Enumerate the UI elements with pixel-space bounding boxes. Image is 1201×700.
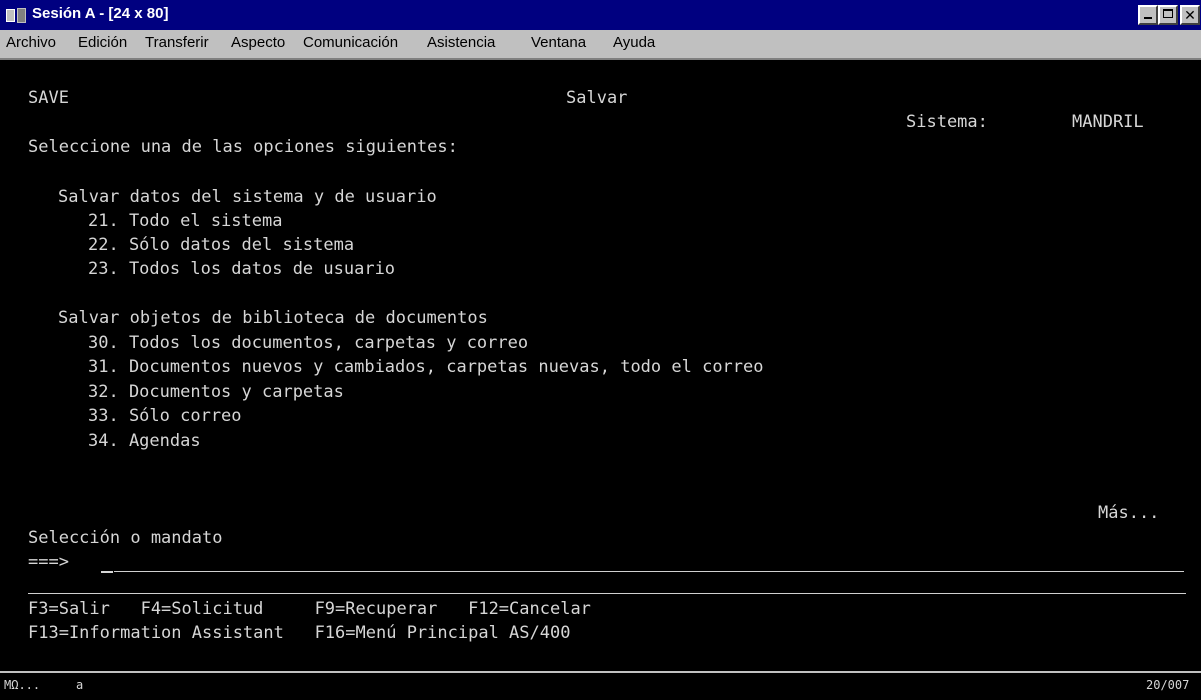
menu-asistencia[interactable]: Asistencia (427, 34, 495, 51)
group-heading: Salvar objetos de biblioteca de document… (58, 308, 488, 328)
menu-option[interactable]: 31. Documentos nuevos y cambiados, carpe… (88, 357, 764, 377)
window-title: Sesión A - [24 x 80] (32, 5, 169, 22)
text-cursor (101, 571, 113, 573)
menu-option[interactable]: 34. Agendas (88, 431, 201, 451)
menu-option[interactable]: 21. Todo el sistema (88, 211, 282, 231)
status-indicator: MΩ... (4, 678, 41, 692)
menu-aspecto[interactable]: Aspecto (231, 34, 285, 51)
menu-edicion[interactable]: Edición (78, 34, 127, 51)
close-button[interactable]: ✕ (1180, 5, 1200, 25)
maximize-icon (1163, 9, 1173, 18)
document-icon (17, 7, 26, 23)
group-heading: Salvar datos del sistema y de usuario (58, 187, 437, 207)
function-keys-row1[interactable]: F3=Salir F4=Solicitud F9=Recuperar F12=C… (28, 599, 591, 619)
terminal-screen[interactable]: SAVE Salvar Sistema: MANDRIL Seleccione … (0, 58, 1201, 673)
maximize-button[interactable] (1158, 5, 1178, 25)
status-mode: a (76, 678, 84, 692)
menu-option[interactable]: 32. Documentos y carpetas (88, 382, 344, 402)
session-icon (6, 8, 15, 22)
emulator-window: Sesión A - [24 x 80] ✕ Archivo Edición T… (0, 0, 1201, 700)
command-prompt: ===> (28, 552, 69, 572)
instruction: Seleccione una de las opciones siguiente… (28, 137, 458, 157)
menu-comunicacion[interactable]: Comunicación (303, 34, 398, 51)
close-icon: ✕ (1184, 7, 1196, 23)
menu-option[interactable]: 23. Todos los datos de usuario (88, 259, 395, 279)
function-key-separator (28, 593, 1186, 594)
menu-archivo[interactable]: Archivo (6, 34, 56, 51)
function-keys-row2[interactable]: F13=Information Assistant F16=Menú Princ… (28, 623, 570, 643)
menu-id: SAVE (28, 88, 69, 108)
title-bar[interactable]: Sesión A - [24 x 80] ✕ (0, 0, 1201, 30)
menu-transferir[interactable]: Transferir (145, 34, 209, 51)
system-label: Sistema: (906, 112, 988, 132)
menu-option[interactable]: 33. Sólo correo (88, 406, 242, 426)
menu-ayuda[interactable]: Ayuda (613, 34, 655, 51)
command-input[interactable] (100, 552, 1180, 572)
command-label: Selección o mandato (28, 528, 223, 548)
menu-bar: Archivo Edición Transferir Aspecto Comun… (0, 30, 1201, 56)
status-bar: MΩ... a 20/007 (0, 671, 1201, 700)
minimize-button[interactable] (1138, 5, 1158, 25)
screen-title: Salvar (566, 88, 628, 108)
system-name: MANDRIL (1072, 112, 1144, 132)
more-indicator: Más... (1098, 503, 1160, 523)
app-icon[interactable] (6, 7, 26, 23)
command-underline (114, 571, 1184, 572)
menu-ventana[interactable]: Ventana (531, 34, 586, 51)
cursor-position: 20/007 (1146, 678, 1190, 692)
minimize-icon (1144, 17, 1152, 19)
menu-option[interactable]: 30. Todos los documentos, carpetas y cor… (88, 333, 528, 353)
menu-option[interactable]: 22. Sólo datos del sistema (88, 235, 354, 255)
